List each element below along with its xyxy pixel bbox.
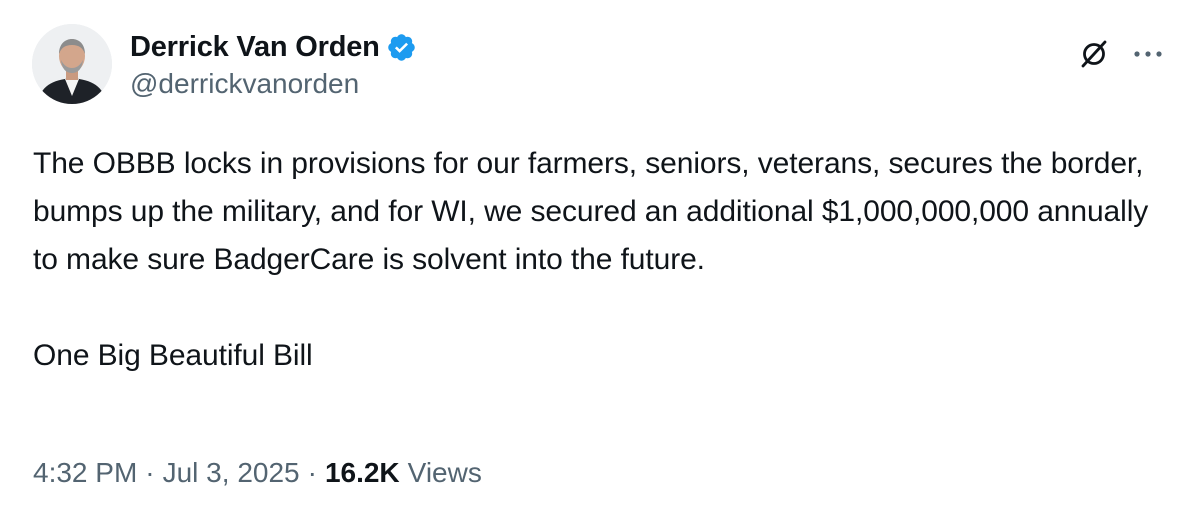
name-row: Derrick Van Orden [130, 30, 417, 64]
user-handle[interactable]: @derrickvanorden [130, 68, 417, 100]
meta-separator: · [307, 457, 317, 488]
more-options-icon[interactable] [1128, 34, 1168, 74]
header-actions [1074, 34, 1168, 74]
grok-icon[interactable] [1074, 34, 1114, 74]
tweet-header: Derrick Van Orden @derrickvanorden [32, 24, 1168, 108]
display-name[interactable]: Derrick Van Orden [130, 31, 380, 64]
meta-separator: · [145, 457, 155, 488]
tweet-text: The OBBB locks in provisions for our far… [33, 147, 1149, 372]
verified-badge-icon[interactable] [386, 32, 417, 63]
avatar[interactable] [32, 24, 112, 104]
author-names: Derrick Van Orden @derrickvanorden [130, 30, 417, 100]
avatar-image [32, 24, 112, 104]
views-count[interactable]: 16.2K [325, 457, 400, 489]
tweet-date[interactable]: Jul 3, 2025 [163, 457, 300, 489]
views-label: Views [407, 457, 482, 488]
tweet-time[interactable]: 4:32 PM [33, 457, 137, 489]
tweet-metadata: 4:32 PM · Jul 3, 2025 · 16.2K Views [33, 457, 482, 489]
tweet-card: Derrick Van Orden @derrickvanorden The O… [0, 0, 1188, 520]
